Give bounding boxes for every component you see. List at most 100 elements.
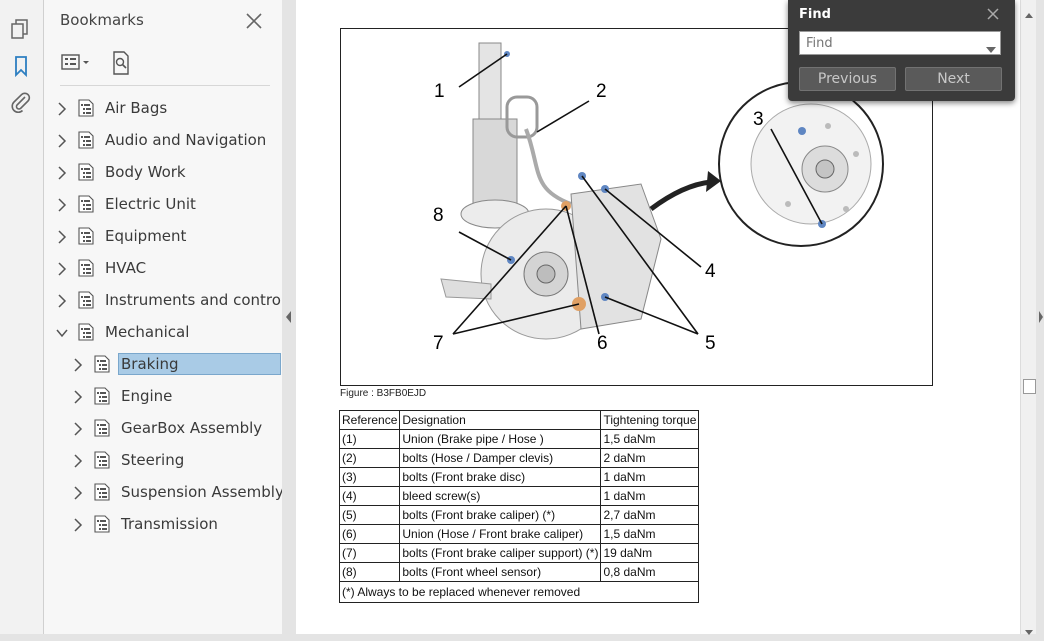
table-row: (1) Union (Brake pipe / Hose ) 1,5 daNm (338, 429, 700, 449)
find-input[interactable] (799, 31, 1001, 55)
table-cell: (7) (338, 543, 401, 563)
bookmark-label: Engine (121, 387, 173, 405)
find-bookmark-icon[interactable] (110, 50, 142, 76)
bookmark-item[interactable]: Body Work (56, 159, 189, 185)
bookmark-item[interactable]: Mechanical (56, 319, 192, 345)
table-row: (7) bolts (Front brake caliper support) (… (338, 543, 700, 563)
vertical-scrollbar[interactable] (1020, 0, 1037, 635)
right-panel-toggle[interactable] (1036, 0, 1044, 634)
next-button[interactable]: Next (905, 67, 1002, 91)
figure-caption: Figure : B3FB0EJD (340, 388, 427, 399)
bookmark-page-icon (94, 419, 110, 437)
page-thumbnails-icon[interactable] (9, 17, 33, 41)
chevron-right-icon[interactable] (72, 453, 84, 468)
chevron-right-icon[interactable] (56, 165, 68, 180)
panel-divider (60, 85, 270, 86)
bookmark-item[interactable]: Braking (72, 351, 281, 377)
bookmark-item[interactable]: Transmission (72, 511, 221, 537)
bookmark-page-icon (94, 387, 110, 405)
bookmark-label: Suspension Assembly (121, 483, 284, 501)
table-cell: (5) (338, 505, 401, 525)
bookmark-options-icon[interactable] (60, 50, 92, 76)
torque-table: Reference Designation Tightening torque … (338, 410, 700, 603)
scroll-up-icon[interactable] (1024, 4, 1034, 23)
chevron-down-icon[interactable] (56, 325, 68, 339)
table-row: (2) bolts (Hose / Damper clevis) 2 daNm (338, 448, 700, 468)
table-cell: (4) (338, 486, 401, 506)
bookmark-label: Audio and Navigation (105, 131, 267, 149)
chevron-right-icon[interactable] (72, 357, 84, 372)
table-cell: 0,8 daNm (600, 562, 700, 582)
bookmark-item[interactable]: Audio and Navigation (56, 127, 269, 153)
callout-label: 8 (433, 205, 444, 226)
close-icon[interactable] (243, 10, 265, 32)
bookmark-label: Air Bags (105, 99, 168, 117)
table-cell: bolts (Hose / Damper clevis) (399, 448, 602, 468)
bookmarks-panel: Bookmarks Air Bags Audio and Navigation Bo… (44, 0, 293, 634)
table-row: (6) Union (Hose / Front brake caliper) 1,5… (338, 524, 700, 544)
callout-label: 5 (705, 333, 716, 354)
table-cell: bolts (Front brake disc) (399, 467, 602, 487)
table-cell: (8) (338, 562, 401, 582)
bookmark-item[interactable]: Electric Unit (56, 191, 199, 217)
chevron-right-icon[interactable] (56, 293, 68, 308)
table-cell: 1 daNm (600, 486, 700, 506)
table-row: (4) bleed screw(s) 1 daNm (338, 486, 700, 506)
bookmark-page-icon (78, 163, 94, 181)
find-dialog: Find Previous Next (788, 0, 1015, 101)
callout-label: 6 (597, 333, 608, 354)
find-title: Find (799, 7, 831, 22)
attachment-icon[interactable] (9, 90, 33, 114)
table-cell: 2,7 daNm (600, 505, 700, 525)
bookmark-label: HVAC (105, 259, 147, 277)
bookmark-label: Mechanical (105, 323, 190, 341)
callout-label: 4 (705, 261, 716, 282)
bookmark-label: Transmission (121, 515, 218, 533)
table-cell: Union (Hose / Front brake caliper) (399, 524, 602, 544)
table-footnote-row: (*) Always to be replaced whenever remov… (338, 581, 700, 603)
bookmark-item[interactable]: Air Bags (56, 95, 170, 121)
bookmark-label: Braking (118, 353, 281, 375)
bookmark-item[interactable]: Equipment (56, 223, 189, 249)
chevron-right-icon[interactable] (56, 261, 68, 276)
table-footnote: (*) Always to be replaced whenever remov… (338, 581, 700, 603)
table-row: (8) bolts (Front wheel sensor) 0,8 daNm (338, 562, 700, 582)
table-cell: (6) (338, 524, 401, 544)
bookmark-page-icon (78, 291, 94, 309)
table-header-row: Reference Designation Tightening torque (338, 410, 700, 430)
panel-splitter[interactable] (282, 0, 296, 634)
bookmark-item[interactable]: HVAC (56, 255, 149, 281)
chevron-right-icon[interactable] (72, 485, 84, 500)
bookmark-page-icon (78, 195, 94, 213)
chevron-down-icon[interactable] (986, 39, 996, 53)
bookmark-page-icon (78, 323, 94, 341)
table-cell: bolts (Front brake caliper) (*) (399, 505, 602, 525)
bookmark-item[interactable]: Suspension Assembly (72, 479, 287, 505)
scroll-down-icon[interactable] (1024, 622, 1034, 641)
bookmark-item[interactable]: Engine (72, 383, 175, 409)
bookmark-label: Steering (121, 451, 185, 469)
table-cell: bleed screw(s) (399, 486, 602, 506)
chevron-right-icon[interactable] (72, 517, 84, 532)
bookmark-item[interactable]: GearBox Assembly (72, 415, 265, 441)
bookmark-item[interactable]: Instruments and controls (56, 287, 296, 313)
chevron-right-icon[interactable] (72, 389, 84, 404)
chevron-right-icon[interactable] (56, 133, 68, 148)
bookmark-label: Body Work (105, 163, 186, 181)
chevron-right-icon[interactable] (72, 421, 84, 436)
close-icon[interactable] (985, 6, 1001, 22)
bookmark-item[interactable]: Steering (72, 447, 187, 473)
chevron-right-icon[interactable] (56, 197, 68, 212)
bookmark-label: Instruments and controls (105, 291, 293, 309)
previous-button[interactable]: Previous (799, 67, 896, 91)
chevron-right-icon[interactable] (56, 101, 68, 116)
table-cell: 1 daNm (600, 467, 700, 487)
scrollbar-thumb[interactable] (1023, 379, 1036, 394)
chevron-right-icon[interactable] (56, 229, 68, 244)
callout-label: 3 (753, 109, 764, 130)
table-cell: Union (Brake pipe / Hose ) (399, 429, 602, 449)
bookmark-page-icon (94, 451, 110, 469)
bookmark-icon[interactable] (9, 54, 33, 78)
table-cell: (3) (338, 467, 401, 487)
table-cell: 1,5 daNm (600, 524, 700, 544)
